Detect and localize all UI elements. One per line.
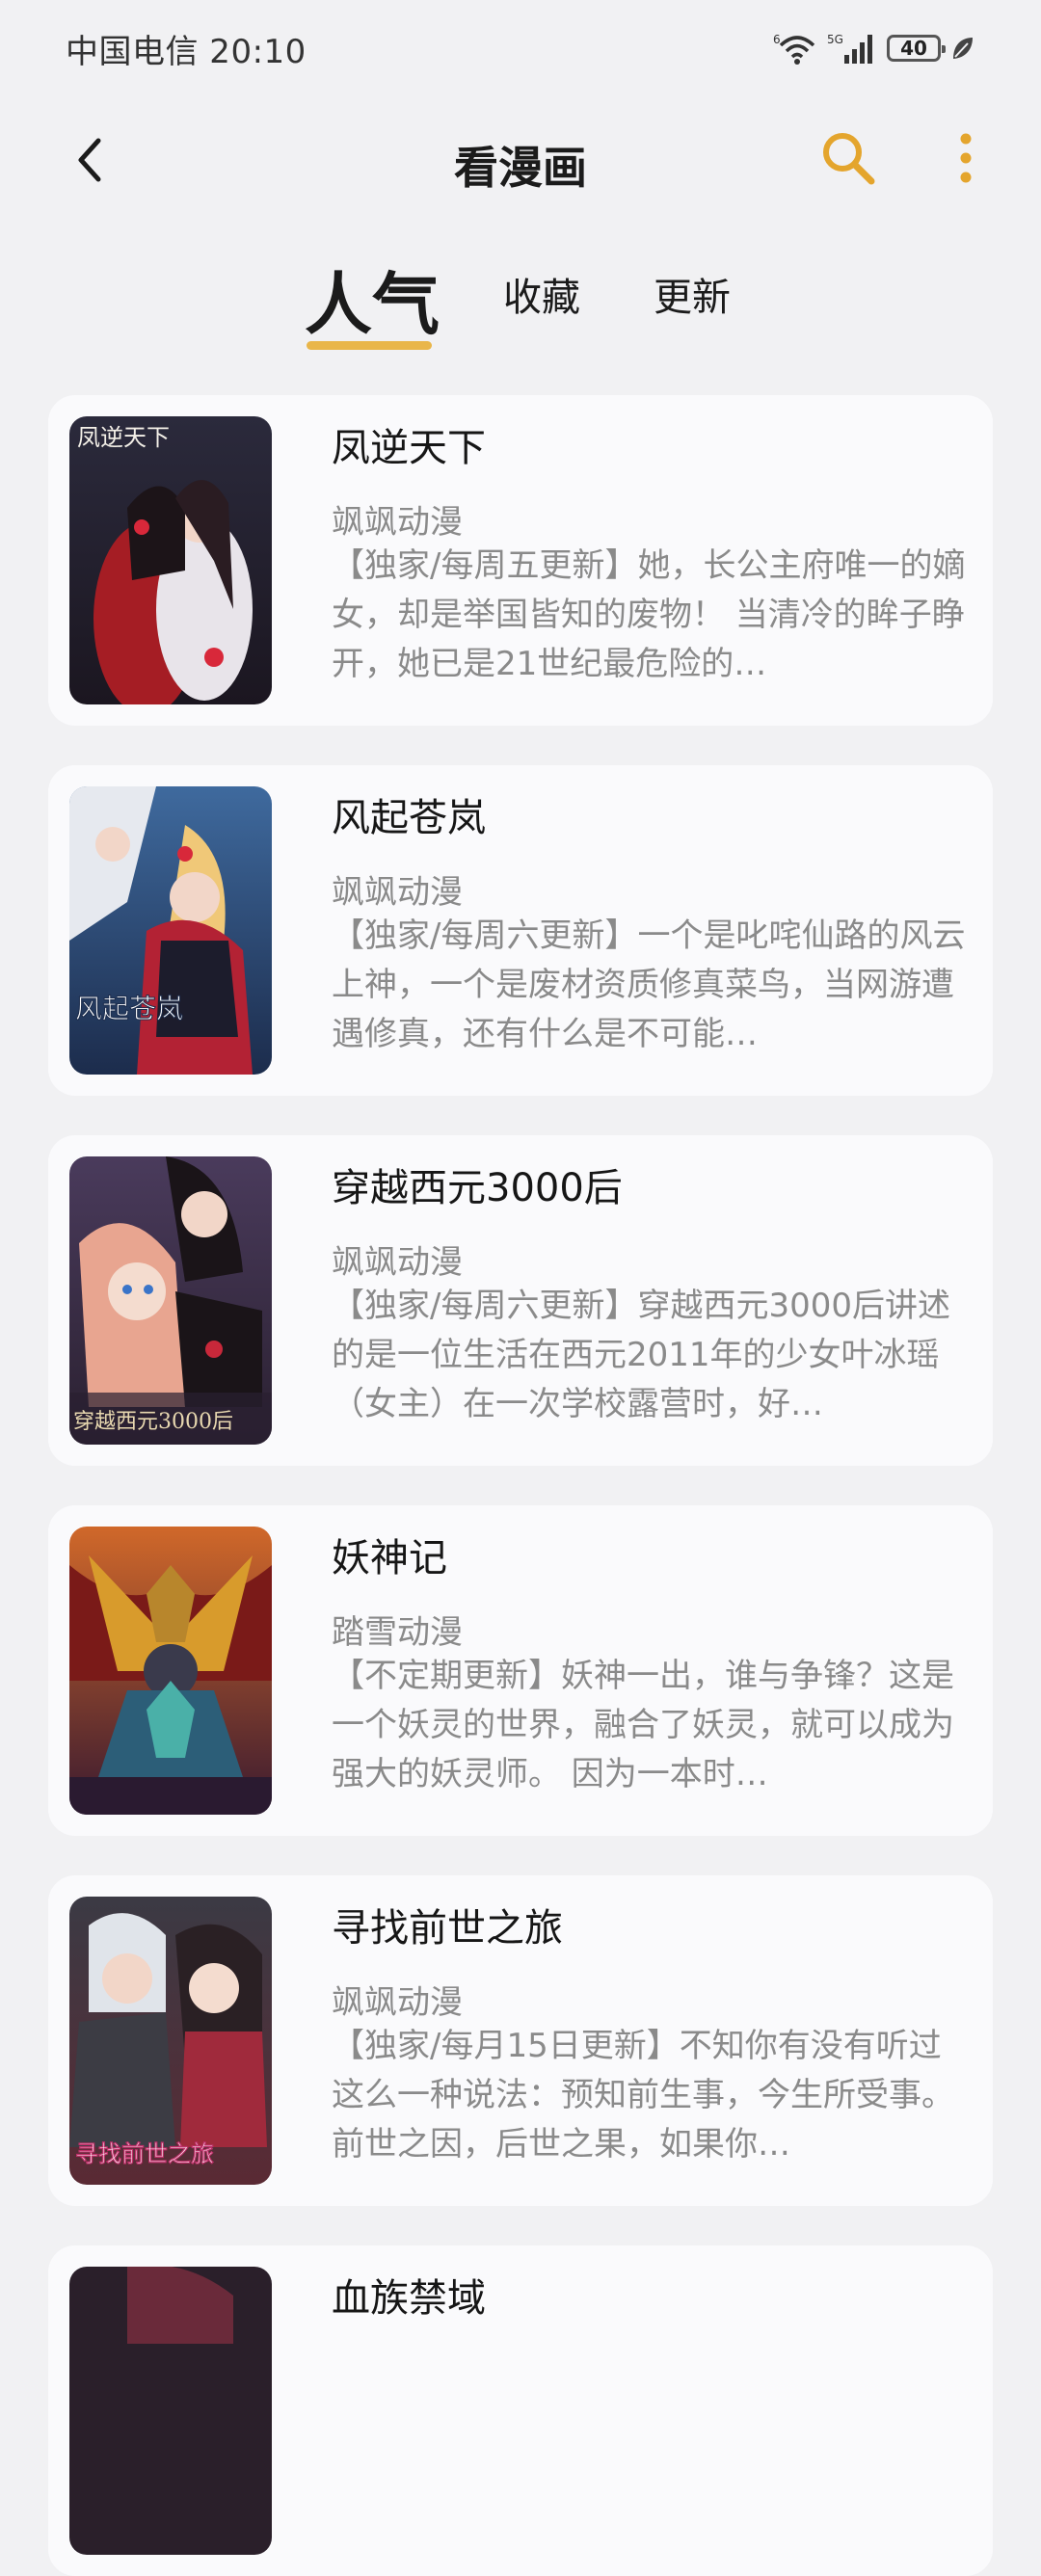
svg-text:5G: 5G: [827, 33, 843, 46]
comic-card[interactable]: 妖神记 踏雪动漫 【不定期更新】妖神一出，谁与争锋？这是一个妖灵的世界，融合了妖…: [48, 1505, 993, 1836]
comic-title: 血族禁域: [332, 2276, 486, 2321]
svg-text:穿越西元3000后: 穿越西元3000后: [73, 1410, 233, 1434]
tab-popular[interactable]: 人气: [305, 251, 440, 348]
cover-art: [69, 2267, 272, 2555]
comic-description: 【独家/每月15日更新】不知你有没有听过这么一种说法：预知前生事，今生所受事。前…: [332, 2027, 954, 2164]
comic-card[interactable]: 穿越西元3000后 穿越西元3000后 飒飒动漫 【独家/每周六更新】穿越西元3…: [48, 1135, 993, 1466]
svg-text:6: 6: [773, 33, 781, 46]
comic-cover: 风起苍岚: [69, 786, 272, 1075]
more-options-button[interactable]: [945, 127, 987, 189]
comic-card[interactable]: 寻找前世之旅 寻找前世之旅 飒飒动漫 【独家/每月15日更新】不知你有没有听过这…: [48, 1875, 993, 2206]
tab-favorites[interactable]: 收藏: [503, 266, 580, 322]
comic-title: 穿越西元3000后: [332, 1166, 623, 1210]
carrier-time: 中国电信 20:10: [66, 32, 307, 71]
wifi-icon: 6: [773, 33, 815, 65]
comic-author: 飒飒动漫: [332, 1243, 463, 1282]
comic-cover: [69, 1527, 272, 1815]
comic-author: 踏雪动漫: [332, 1613, 463, 1652]
comic-cover: [69, 2267, 272, 2555]
cover-art: 风起苍岚: [69, 786, 272, 1075]
signal-icon: 5G: [827, 33, 872, 64]
comic-description: 【独家/每周六更新】穿越西元3000后讲述的是一位生活在西元2011年的少女叶冰…: [332, 1287, 950, 1423]
comic-description: 【不定期更新】妖神一出，谁与争锋？这是一个妖灵的世界，融合了妖灵，就可以成为强大…: [332, 1657, 954, 1793]
comic-title: 风起苍岚: [332, 796, 486, 840]
battery-level: 40: [900, 37, 927, 60]
cover-art: 寻找前世之旅: [69, 1897, 272, 2185]
cover-art: 穿越西元3000后: [69, 1156, 272, 1445]
search-button[interactable]: [817, 127, 879, 189]
leaf-icon: [953, 38, 973, 59]
comic-description: 【独家/每周六更新】一个是叱咤仙路的风云上神，一个是废材资质修真菜鸟，当网游遭遇…: [332, 916, 966, 1053]
comic-cover: 穿越西元3000后: [69, 1156, 272, 1445]
tab-updates[interactable]: 更新: [654, 266, 731, 322]
svg-text:寻找前世之旅: 寻找前世之旅: [75, 2140, 214, 2167]
comic-card[interactable]: 风起苍岚 风起苍岚 飒飒动漫 【独家/每周六更新】一个是叱咤仙路的风云上神，一个…: [48, 765, 993, 1096]
status-icons: 6 5G 40: [773, 32, 975, 65]
tab-bar: 人气 收藏 更新: [0, 241, 1041, 357]
comic-title: 凤逆天下: [332, 426, 486, 470]
svg-text:凤逆天下: 凤逆天下: [77, 424, 170, 451]
active-tab-indicator: [307, 341, 432, 350]
comic-title: 寻找前世之旅: [332, 1906, 563, 1951]
comic-author: 飒飒动漫: [332, 1983, 463, 2022]
more-vertical-icon: [960, 133, 972, 183]
page-title: 看漫画: [454, 142, 587, 194]
comic-card[interactable]: 血族禁域: [48, 2245, 993, 2576]
cover-art: 凤逆天下: [69, 416, 272, 704]
comic-card[interactable]: 凤逆天下 凤逆天下 飒飒动漫 【独家/每周五更新】她，长公主府唯一的嫡女，却是举…: [48, 395, 993, 726]
comic-cover: 凤逆天下: [69, 416, 272, 704]
status-bar: 中国电信 20:10 6 5G 40: [0, 0, 1041, 96]
cover-art: [69, 1527, 272, 1815]
search-icon: [823, 133, 875, 185]
comic-description: 【独家/每周五更新】她，长公主府唯一的嫡女，却是举国皆知的废物！ 当清冷的眸子睁…: [332, 546, 966, 683]
comic-cover: 寻找前世之旅: [69, 1897, 272, 2185]
comic-title: 妖神记: [332, 1536, 447, 1580]
battery-indicator: 40: [887, 35, 946, 62]
comic-author: 飒飒动漫: [332, 873, 463, 912]
top-bar: 看漫画: [0, 106, 1041, 212]
svg-text:风起苍岚: 风起苍岚: [75, 993, 183, 1024]
comic-author: 飒飒动漫: [332, 503, 463, 542]
